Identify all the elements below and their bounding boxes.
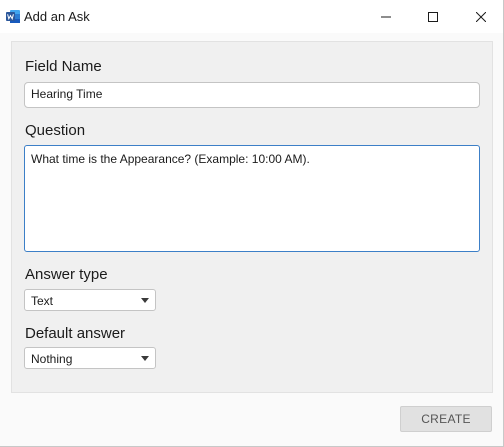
field-name-input[interactable]: Hearing Time (24, 82, 480, 108)
question-textarea[interactable]: What time is the Appearance? (Example: 1… (24, 145, 480, 252)
title-bar[interactable]: Add an Ask (0, 0, 503, 33)
add-ask-dialog: Add an Ask Field Name Hearing Time Quest… (0, 0, 504, 447)
chevron-down-icon (141, 298, 149, 303)
close-button[interactable] (459, 0, 503, 33)
close-icon (476, 11, 486, 22)
maximize-icon (428, 11, 438, 22)
answer-type-select[interactable]: Text (24, 289, 156, 311)
answer-type-label: Answer type (25, 266, 108, 283)
create-button[interactable]: CREATE (400, 406, 492, 432)
minimize-icon (381, 12, 391, 22)
chevron-down-icon (141, 356, 149, 361)
question-label: Question (25, 122, 86, 139)
field-name-label: Field Name (25, 58, 102, 75)
answer-type-value: Text (31, 294, 54, 308)
word-icon (6, 10, 20, 23)
default-answer-select[interactable]: Nothing (24, 347, 156, 369)
default-answer-label: Default answer (25, 325, 126, 342)
default-answer-value: Nothing (31, 352, 73, 366)
minimize-button[interactable] (364, 0, 408, 33)
maximize-button[interactable] (411, 0, 455, 33)
form-panel: Field Name Hearing Time Question What ti… (11, 41, 493, 393)
window-title: Add an Ask (24, 9, 90, 24)
